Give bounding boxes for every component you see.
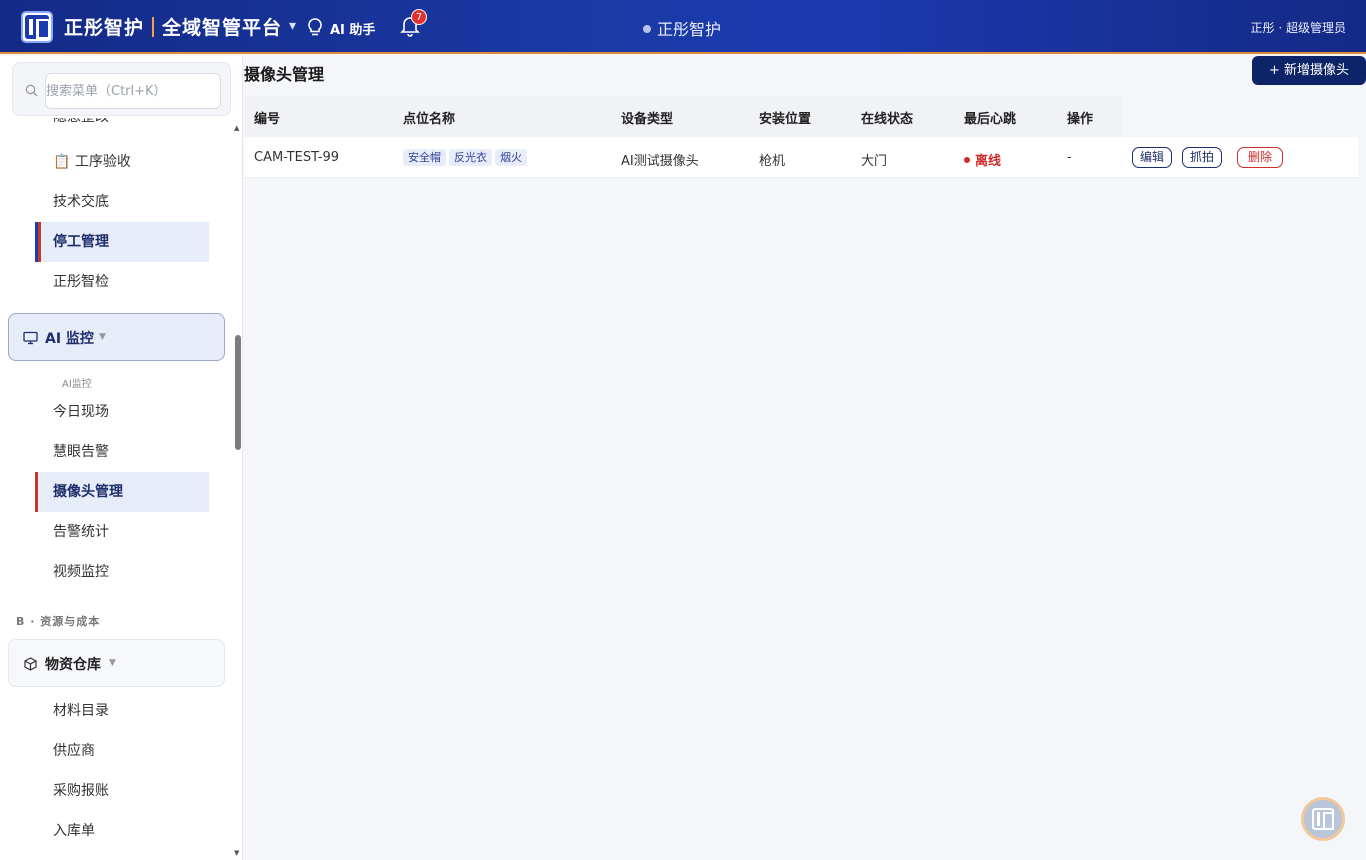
sidebar-item-material-catalog[interactable]: 材料目录	[35, 691, 209, 731]
table-header: 编号 点位名称 设备类型 安装位置 在线状态 最后心跳 操作	[244, 96, 1122, 137]
cell-location: 枪机	[759, 154, 786, 169]
platform-name: 全域智管平台	[162, 17, 283, 39]
sidebar-group-label: 物资仓库	[45, 657, 101, 673]
sidebar-item-alert-stats[interactable]: 告警统计	[35, 512, 209, 552]
brand-title: 正彤智护 全域智管平台	[64, 13, 282, 40]
chevron-down-icon: ▼	[99, 332, 106, 342]
box-icon	[24, 657, 37, 671]
cell-device-type: AI测试摄像头	[621, 154, 699, 169]
top-navbar: 正彤智护 全域智管平台 ▾ AI 助手 7 正彤智护 正彤 · 超级管理员	[0, 0, 1366, 54]
sidebar-item-camera-management[interactable]: 摄像头管理	[35, 472, 209, 512]
sidebar: 隐患整改 📋 工序验收 技术交底 停工管理 正彤智检 AI 监控 ▼ AI监控 …	[0, 56, 243, 860]
sidebar-item-suppliers[interactable]: 供应商	[35, 731, 209, 771]
snapshot-button[interactable]: 抓拍	[1182, 147, 1223, 168]
center-title-text: 正彤智护	[657, 20, 722, 39]
sidebar-item-smart-alerts[interactable]: 慧眼告警	[35, 432, 209, 472]
brand-divider	[152, 17, 155, 37]
column-header-point-name: 点位名称	[403, 112, 456, 127]
tag-badge: 烟火	[495, 149, 527, 166]
search-icon	[25, 84, 38, 97]
status-badge: 离线	[964, 150, 1001, 169]
table-row: CAM-TEST-99 安全帽 反光衣 烟火 AI测试摄像头 枪机 大门 离线 - …	[244, 137, 1358, 178]
cell-point-tags: 安全帽 反光衣 烟火	[403, 149, 530, 166]
sidebar-item-purchase-claims[interactable]: 采购报账	[35, 771, 209, 811]
status-text: 离线	[975, 154, 1002, 169]
sidebar-item-video-monitor[interactable]: 视频监控	[35, 552, 209, 592]
sidebar-item-stop-work[interactable]: 停工管理	[35, 222, 209, 262]
cell-last-heartbeat: -	[1067, 150, 1072, 165]
column-header-device-type: 设备类型	[621, 112, 674, 127]
cell-camera-id: CAM-TEST-99	[254, 150, 340, 165]
add-camera-button[interactable]: + 新增摄像头	[1252, 56, 1366, 85]
status-dot	[643, 25, 651, 33]
platform-dropdown-caret-icon[interactable]: ▾	[289, 18, 296, 34]
cell-position: 大门	[861, 154, 888, 169]
sidebar-item-today-site[interactable]: 今日现场	[35, 392, 209, 432]
monitor-icon	[23, 331, 38, 345]
status-dot	[964, 157, 970, 163]
notification-badge[interactable]: 7	[411, 9, 427, 25]
sidebar-item-inbound-orders[interactable]: 入库单	[35, 811, 209, 851]
menu-search	[12, 62, 231, 116]
ai-assistant-button[interactable]: AI 助手	[330, 19, 375, 38]
delete-button[interactable]: 删除	[1237, 147, 1284, 168]
brand-logo-icon[interactable]	[21, 11, 53, 43]
column-header-location: 安装位置	[759, 112, 812, 127]
sidebar-group-warehouse[interactable]: 物资仓库 ▼	[8, 639, 225, 687]
tag-badge: 安全帽	[403, 149, 446, 166]
sidebar-group-label: AI 监控	[45, 331, 94, 347]
brand-name: 正彤智护	[64, 17, 145, 39]
sidebar-item-process-acceptance[interactable]: 📋 工序验收	[35, 142, 209, 182]
lightbulb-icon[interactable]	[306, 17, 324, 37]
section-label-resources: B · 资源与成本	[16, 615, 101, 628]
user-menu[interactable]: 正彤 · 超级管理员	[1251, 19, 1346, 36]
scroll-up-arrow-icon[interactable]: ▲	[234, 124, 239, 132]
column-header-id: 编号	[254, 112, 281, 127]
column-header-last-heartbeat: 最后心跳	[964, 112, 1017, 127]
chevron-down-icon: ▼	[109, 658, 116, 668]
page-title: 摄像头管理	[244, 65, 325, 84]
scroll-down-arrow-icon[interactable]: ▼	[234, 849, 239, 857]
edit-button[interactable]: 编辑	[1132, 147, 1173, 168]
tag-badge: 反光衣	[449, 149, 492, 166]
sidebar-item-tech-briefing[interactable]: 技术交底	[35, 182, 209, 222]
sidebar-item-clipped[interactable]: 隐患整改	[35, 118, 209, 130]
search-input[interactable]	[45, 73, 221, 109]
center-title: 正彤智护	[643, 16, 721, 40]
column-header-actions: 操作	[1067, 112, 1094, 127]
sidebar-group-caption: AI监控	[62, 379, 92, 390]
floating-assistant-logo-icon[interactable]	[1301, 797, 1345, 841]
column-header-online-status: 在线状态	[861, 112, 914, 127]
sidebar-scrollbar-thumb[interactable]	[235, 335, 241, 450]
sidebar-item-smart-inspection[interactable]: 正彤智检	[35, 262, 209, 302]
sidebar-group-ai-monitor[interactable]: AI 监控 ▼	[8, 313, 225, 361]
